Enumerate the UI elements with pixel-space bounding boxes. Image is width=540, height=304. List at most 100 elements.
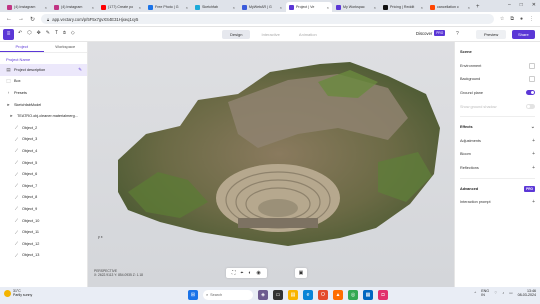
tree-item[interactable]: ⟋ Object_6: [0, 168, 87, 180]
color-swatch[interactable]: [529, 62, 535, 69]
clock[interactable]: 13:46 08-03-2024: [518, 289, 536, 298]
browser-tab[interactable]: Project | Ve ×: [286, 2, 332, 12]
property-row[interactable]: Bloom +: [460, 148, 535, 162]
screenshot-icon[interactable]: ▣: [295, 268, 307, 278]
add-icon[interactable]: +: [532, 199, 535, 205]
preview-button[interactable]: Preview: [476, 30, 507, 39]
add-object-icon[interactable]: ⬡: [27, 30, 31, 36]
shapes-icon[interactable]: ◇: [71, 30, 75, 36]
browser-tab[interactable]: Pricing | Reddit ×: [380, 2, 426, 12]
browser-tab[interactable]: My Workspac ×: [333, 2, 379, 12]
pen-tool-icon[interactable]: ✎: [46, 30, 50, 36]
render-mode-icon[interactable]: ◐: [248, 270, 251, 276]
text-tool-icon[interactable]: T: [55, 30, 58, 36]
tree-item[interactable]: ⬚ Box: [0, 76, 87, 88]
tree-item[interactable]: ⟋ Object_5: [0, 157, 87, 169]
minimize-icon[interactable]: –: [508, 2, 511, 8]
tab-close-icon[interactable]: ×: [468, 5, 470, 10]
toggle-switch[interactable]: [526, 90, 535, 96]
store-icon[interactable]: ▦: [363, 290, 373, 300]
tree-item[interactable]: ⟋ Object_10: [0, 215, 87, 227]
edge-icon[interactable]: e: [303, 290, 313, 300]
office-icon[interactable]: O: [318, 290, 328, 300]
tree-item[interactable]: ⟋ Object_13: [0, 250, 87, 262]
tree-item[interactable]: ⟋ Object_4: [0, 145, 87, 157]
chevron-down-icon[interactable]: ⌄: [531, 124, 535, 130]
tab-close-icon[interactable]: ×: [186, 5, 188, 10]
tree-item[interactable]: ⟋ Object_7: [0, 180, 87, 192]
property-row[interactable]: Reflections +: [460, 161, 535, 175]
share-button[interactable]: Share: [512, 30, 535, 39]
tab-close-icon[interactable]: ×: [327, 5, 329, 10]
tree-item[interactable]: ⟋ Object_12: [0, 238, 87, 250]
chrome-icon[interactable]: ◎: [348, 290, 358, 300]
file-explorer-icon[interactable]: ▤: [288, 290, 298, 300]
mode-animation-button[interactable]: Animation: [291, 30, 325, 39]
color-swatch[interactable]: [529, 76, 535, 83]
maximize-icon[interactable]: □: [520, 2, 523, 8]
help-icon[interactable]: ?: [456, 31, 459, 37]
tree-item[interactable]: ▤ Project description ✎: [0, 64, 87, 76]
toggle-switch[interactable]: [526, 104, 535, 110]
browser-tab[interactable]: cancellation c ×: [427, 2, 473, 12]
wifi-icon[interactable]: ⌔: [494, 291, 497, 296]
more-icon[interactable]: ⋮: [529, 16, 534, 22]
axes-gizmo[interactable]: y x: [98, 235, 102, 239]
camera-icon[interactable]: ⌖: [241, 270, 244, 276]
add-icon[interactable]: +: [532, 138, 535, 144]
tree-item[interactable]: › Presets: [0, 87, 87, 99]
tab-close-icon[interactable]: ×: [92, 5, 94, 10]
tree-item[interactable]: ⟋ Object_8: [0, 192, 87, 204]
move-tool-icon[interactable]: ✥: [37, 30, 41, 36]
effects-section[interactable]: Effects ⌄: [460, 120, 535, 134]
forward-icon[interactable]: →: [18, 16, 24, 22]
browser-tab[interactable]: MyWebAR | G ×: [239, 2, 285, 12]
brave-icon[interactable]: ▲: [333, 290, 343, 300]
tree-item[interactable]: ⟋ Object_2: [0, 122, 87, 134]
tab-close-icon[interactable]: ×: [233, 5, 235, 10]
advanced-section[interactable]: Advanced PRO: [460, 182, 535, 196]
tab-close-icon[interactable]: ×: [45, 5, 47, 10]
windows-start-icon[interactable]: ⊞: [188, 290, 198, 300]
tree-item[interactable]: ▸ TEATRO.obj.cleaner.materialmerg...: [0, 110, 87, 122]
chevron-up-icon[interactable]: ^: [475, 291, 477, 295]
mode-interactive-button[interactable]: Interactive: [253, 30, 287, 39]
3d-viewport[interactable]: y x PERSPECTIVE X: 2622.9113 Y: 854.0935…: [88, 42, 454, 287]
tree-item[interactable]: ▸ SketchfabModel: [0, 99, 87, 111]
tab-close-icon[interactable]: ×: [421, 5, 423, 10]
new-tab-icon[interactable]: +: [476, 2, 480, 12]
profile-icon[interactable]: ●: [520, 16, 523, 22]
weather-widget[interactable]: 31°C Partly sunny: [4, 289, 32, 297]
hand-tool-icon[interactable]: ✋︎: [63, 30, 66, 36]
task-view-icon[interactable]: ▭: [273, 290, 283, 300]
reload-icon[interactable]: ↻: [30, 16, 35, 23]
browser-tab[interactable]: (4) Instagram ×: [51, 2, 97, 12]
taskbar-search[interactable]: ⌕ Search: [203, 290, 253, 300]
tree-item[interactable]: ⟋ Object_11: [0, 226, 87, 238]
volume-icon[interactable]: ♪: [502, 291, 504, 295]
tab-close-icon[interactable]: ×: [374, 5, 376, 10]
discover-button[interactable]: Discover PRO: [416, 30, 446, 36]
browser-tab[interactable]: Free Photo | G ×: [145, 2, 191, 12]
tab-close-icon[interactable]: ×: [280, 5, 282, 10]
url-field[interactable]: 🔒︎ app.vectary.com/p/5F5x7gvXS4E31Hjxeq1…: [41, 14, 494, 24]
property-row[interactable]: Interaction prompt +: [460, 195, 535, 209]
browser-tab[interactable]: (4) Instagram ×: [4, 2, 50, 12]
close-icon[interactable]: ✕: [532, 2, 536, 8]
model-render[interactable]: [88, 42, 454, 287]
menu-icon[interactable]: ≡: [3, 29, 14, 40]
visibility-icon[interactable]: ◉: [256, 270, 260, 276]
tree-item[interactable]: ⟋ Object_9: [0, 203, 87, 215]
copilot-icon[interactable]: ◈: [258, 290, 268, 300]
tab-workspace[interactable]: Workspace: [44, 42, 88, 52]
tab-project[interactable]: Project: [0, 42, 44, 52]
edit-icon[interactable]: ✎: [78, 67, 82, 73]
project-name-heading[interactable]: Project Name: [0, 53, 87, 64]
battery-icon[interactable]: ▭: [509, 291, 512, 295]
property-row[interactable]: Adjustments +: [460, 134, 535, 148]
back-icon[interactable]: ←: [6, 16, 12, 22]
browser-tab[interactable]: Sketchfab ×: [192, 2, 238, 12]
tree-item[interactable]: ⟋ Object_3: [0, 134, 87, 146]
tab-close-icon[interactable]: ×: [139, 5, 141, 10]
browser-tab[interactable]: (177) Create po ×: [98, 2, 144, 12]
